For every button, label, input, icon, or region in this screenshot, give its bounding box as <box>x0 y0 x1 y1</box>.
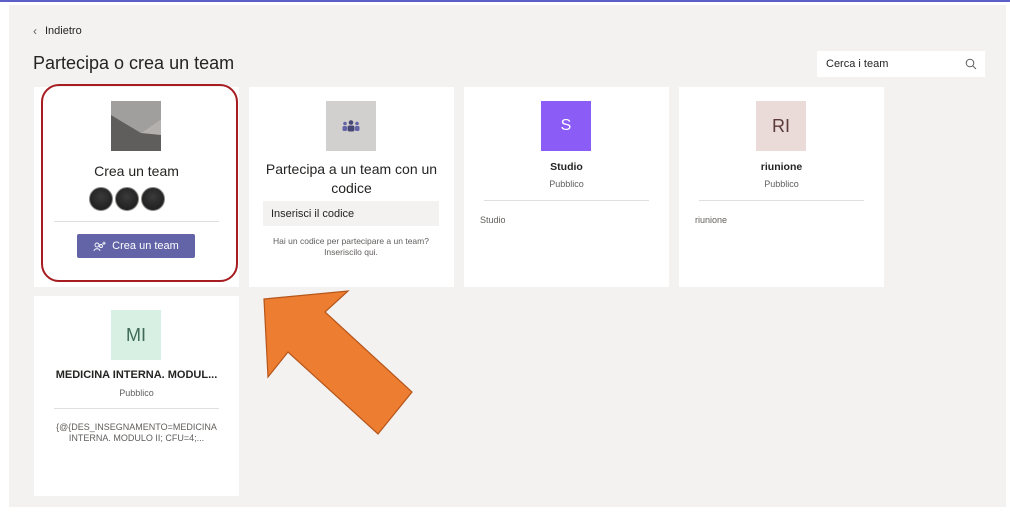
card-divider <box>54 408 219 409</box>
create-team-button-label: Crea un team <box>112 240 179 252</box>
team-avatar: MI <box>111 310 161 360</box>
team-card-medicina-interna[interactable]: MI MEDICINA INTERNA. MODUL... Pubblico {… <box>34 296 239 496</box>
team-name: MEDICINA INTERNA. MODUL... <box>55 369 218 381</box>
team-description: Studio <box>480 215 506 225</box>
team-privacy: Pubblico <box>119 388 154 398</box>
team-placeholder-image <box>111 101 161 151</box>
team-name: Studio <box>550 161 583 173</box>
avatar <box>141 187 165 211</box>
create-team-card: Crea un team Crea un team <box>34 87 239 287</box>
team-avatar: S <box>541 101 591 151</box>
card-divider <box>54 221 219 222</box>
search-placeholder: Cerca i team <box>826 58 889 70</box>
team-search-input[interactable]: Cerca i team <box>817 51 985 77</box>
team-card-studio[interactable]: S Studio Pubblico Studio <box>464 87 669 287</box>
page-title: Partecipa o crea un team <box>33 53 235 73</box>
team-privacy: Pubblico <box>549 179 584 189</box>
chevron-left-icon: ‹ <box>33 24 37 38</box>
join-team-card: Partecipa a un team con un codice Hai un… <box>249 87 454 287</box>
back-label: Indietro <box>45 25 82 37</box>
card-divider <box>484 200 649 201</box>
team-privacy: Pubblico <box>764 179 799 189</box>
team-people-icon <box>326 101 376 151</box>
card-divider <box>699 200 864 201</box>
add-team-icon <box>93 241 106 251</box>
team-avatar: RI <box>756 101 806 151</box>
team-card-riunione[interactable]: RI riunione Pubblico riunione <box>679 87 884 287</box>
member-avatars <box>89 187 165 211</box>
search-icon[interactable] <box>965 58 977 70</box>
back-link[interactable]: ‹ Indietro <box>33 24 82 38</box>
avatar <box>89 187 113 211</box>
team-code-input[interactable] <box>263 201 439 226</box>
team-name: riunione <box>760 161 803 173</box>
join-team-title: Partecipa a un team con un codice <box>265 161 438 196</box>
team-description: {@{DES_INSEGNAMENTO=MEDICINA INTERNA. MO… <box>56 422 217 443</box>
create-team-button[interactable]: Crea un team <box>77 234 195 258</box>
avatar <box>115 187 139 211</box>
window-top-border <box>0 0 1010 2</box>
create-team-title: Crea un team <box>94 163 179 179</box>
join-hint-text: Hai un codice per partecipare a un team?… <box>273 236 429 257</box>
team-description: riunione <box>695 215 728 225</box>
